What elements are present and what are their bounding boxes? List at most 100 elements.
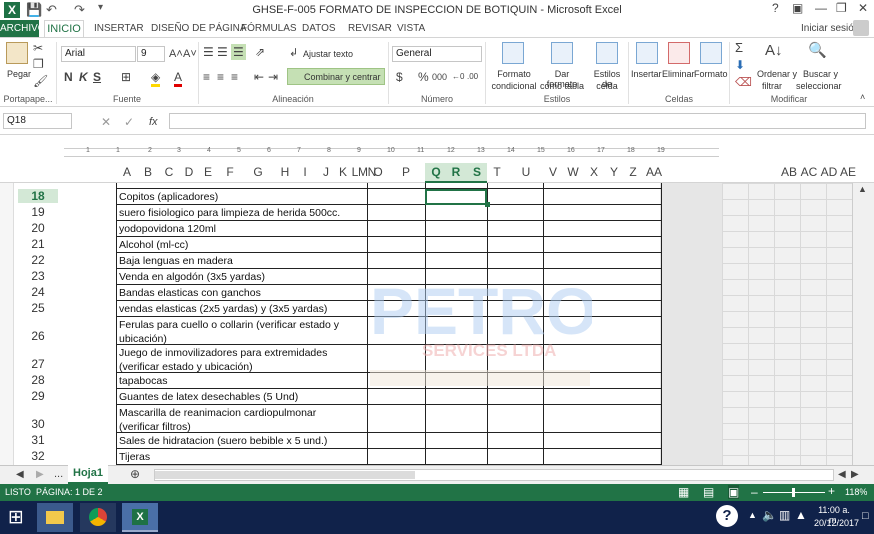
cell-styles-label-2[interactable]: celda bbox=[588, 81, 626, 91]
row-header-23[interactable]: 23 bbox=[18, 269, 58, 283]
cell-styles-icon[interactable] bbox=[596, 42, 618, 64]
zoom-slider-thumb[interactable] bbox=[792, 488, 795, 497]
column-header-t[interactable]: T bbox=[487, 165, 507, 179]
column-header-e[interactable]: E bbox=[198, 165, 218, 179]
row-header-21[interactable]: 21 bbox=[18, 237, 58, 251]
italic-icon[interactable]: K bbox=[79, 70, 88, 84]
page-layout-view-icon[interactable]: ▤ bbox=[703, 485, 714, 499]
decrease-indent-icon[interactable]: ⇤ bbox=[254, 70, 264, 84]
row-header-29[interactable]: 29 bbox=[18, 389, 58, 403]
zoom-in-icon[interactable]: + bbox=[828, 484, 835, 498]
help-button[interactable]: ? bbox=[772, 1, 779, 15]
minimize-button[interactable]: — bbox=[815, 1, 827, 15]
column-header-w[interactable]: W bbox=[563, 165, 583, 179]
number-format-select[interactable]: General bbox=[392, 46, 482, 62]
column-header-ae[interactable]: AE bbox=[838, 165, 858, 179]
row-header-31[interactable]: 31 bbox=[18, 433, 58, 447]
name-box[interactable]: Q18 bbox=[3, 113, 72, 129]
next-sheet-icon[interactable]: ▶ bbox=[36, 468, 44, 482]
cancel-icon[interactable]: ✕ bbox=[101, 115, 111, 129]
format-painter-icon[interactable]: 🖌 bbox=[33, 74, 48, 88]
sign-in-link[interactable]: Iniciar sesión bbox=[801, 23, 859, 34]
collapse-ribbon-icon[interactable]: ˄ bbox=[860, 90, 865, 104]
item-cell[interactable]: Mascarilla de reanimacion cardiopulmonar bbox=[119, 406, 316, 420]
column-header-f[interactable]: F bbox=[220, 165, 240, 179]
item-cell[interactable]: Baja lenguas en madera bbox=[119, 254, 233, 268]
column-header-x[interactable]: X bbox=[584, 165, 604, 179]
clear-icon[interactable]: ⌫ bbox=[735, 75, 752, 89]
row-header-27[interactable]: 27 bbox=[18, 357, 58, 371]
format-cells-icon[interactable] bbox=[700, 42, 722, 64]
item-cell[interactable]: Copitos (aplicadores) bbox=[119, 190, 218, 204]
excel-taskbar-icon[interactable]: X bbox=[122, 503, 158, 532]
grow-font-icon[interactable]: A˄ bbox=[169, 47, 183, 61]
volume-icon[interactable]: 🔈 bbox=[762, 508, 777, 522]
delete-cells-icon[interactable] bbox=[668, 42, 690, 64]
user-avatar-icon[interactable] bbox=[853, 20, 869, 36]
conditional-format-label-1[interactable]: Formato bbox=[497, 69, 531, 79]
column-header-a[interactable]: A bbox=[117, 165, 137, 179]
help-tray-icon[interactable]: ? bbox=[716, 505, 738, 527]
delete-cells-button[interactable]: Eliminar bbox=[662, 69, 695, 79]
merge-center-button[interactable]: Combinar y centrar bbox=[287, 68, 385, 85]
selected-cell-q18[interactable] bbox=[425, 189, 487, 205]
item-cell[interactable]: Juego de inmovilizadores para extremidad… bbox=[119, 346, 327, 360]
increase-indent-icon[interactable]: ⇥ bbox=[268, 70, 278, 84]
wrap-text-button[interactable]: Ajustar texto bbox=[303, 49, 353, 59]
column-header-d[interactable]: D bbox=[179, 165, 199, 179]
increase-decimal-icon[interactable]: ←0 bbox=[452, 70, 464, 84]
currency-icon[interactable]: $ bbox=[396, 70, 403, 84]
align-center-icon[interactable]: ≡ bbox=[217, 70, 224, 84]
column-header-c[interactable]: C bbox=[159, 165, 179, 179]
tab-revisar[interactable]: REVISAR bbox=[348, 23, 392, 34]
row-header-24[interactable]: 24 bbox=[18, 285, 58, 299]
decrease-decimal-icon[interactable]: .00 bbox=[467, 70, 478, 84]
copy-icon[interactable]: ❐ bbox=[33, 57, 44, 71]
find-select-label-1[interactable]: Buscar y bbox=[803, 69, 838, 79]
row-header-26[interactable]: 26 bbox=[18, 329, 58, 343]
borders-icon[interactable]: ⊞ bbox=[121, 70, 131, 84]
insert-cells-icon[interactable] bbox=[636, 42, 658, 64]
page-break-view-icon[interactable]: ▣ bbox=[728, 485, 740, 499]
scroll-right-icon[interactable]: ▶ bbox=[851, 468, 859, 482]
prev-sheet-icon[interactable]: ◀ bbox=[16, 468, 24, 482]
align-left-icon[interactable]: ≡ bbox=[203, 70, 210, 84]
notifications-icon[interactable]: □ bbox=[862, 510, 869, 522]
row-header-20[interactable]: 20 bbox=[18, 221, 58, 235]
sort-filter-icon[interactable]: A↓ bbox=[765, 43, 783, 58]
wrap-text-icon[interactable]: ↲ bbox=[289, 46, 298, 60]
font-color-icon[interactable]: A bbox=[174, 70, 183, 87]
column-header-r[interactable]: R bbox=[446, 165, 466, 179]
item-cell[interactable]: Alcohol (ml-cc) bbox=[119, 238, 188, 252]
column-header-h[interactable]: H bbox=[275, 165, 295, 179]
column-header-g[interactable]: G bbox=[248, 165, 268, 179]
row-header-25[interactable]: 25 bbox=[18, 301, 58, 315]
align-bottom-icon[interactable]: ☰ bbox=[231, 44, 246, 60]
insert-function-icon[interactable]: fx bbox=[149, 115, 158, 129]
tab-datos[interactable]: DATOS bbox=[302, 23, 336, 34]
windows-start-icon[interactable]: ⊞ bbox=[8, 506, 24, 529]
zoom-out-icon[interactable]: – bbox=[751, 485, 758, 499]
format-as-table-icon[interactable] bbox=[551, 42, 573, 64]
file-explorer-icon[interactable] bbox=[37, 503, 73, 532]
zoom-level[interactable]: 118% bbox=[845, 487, 867, 497]
row-header-30[interactable]: 30 bbox=[18, 417, 58, 431]
font-size-select[interactable]: 9 bbox=[137, 46, 165, 62]
scroll-thumb[interactable] bbox=[155, 471, 415, 479]
row-header-22[interactable]: 22 bbox=[18, 253, 58, 267]
conditional-format-icon[interactable] bbox=[502, 42, 524, 64]
new-sheet-icon[interactable]: ⊕ bbox=[130, 467, 140, 481]
chrome-icon[interactable] bbox=[80, 503, 116, 532]
insert-cells-button[interactable]: Insertar bbox=[631, 69, 662, 79]
item-cell[interactable]: Bandas elasticas con ganchos bbox=[119, 286, 261, 300]
close-button[interactable]: ✕ bbox=[858, 1, 868, 15]
tab-insertar[interactable]: INSERTAR bbox=[94, 23, 144, 34]
enter-icon[interactable]: ✓ bbox=[124, 115, 134, 129]
item-cell[interactable]: tapabocas bbox=[119, 374, 167, 388]
more-sheets-button[interactable]: ... bbox=[54, 467, 63, 481]
font-name-select[interactable]: Arial bbox=[61, 46, 136, 62]
scroll-left-icon[interactable]: ◀ bbox=[838, 468, 846, 482]
column-header-v[interactable]: V bbox=[543, 165, 563, 179]
item-cell[interactable]: suero fisiologico para limpieza de herid… bbox=[119, 206, 340, 220]
sheet-tab-hoja1[interactable]: Hoja1 bbox=[68, 465, 108, 484]
